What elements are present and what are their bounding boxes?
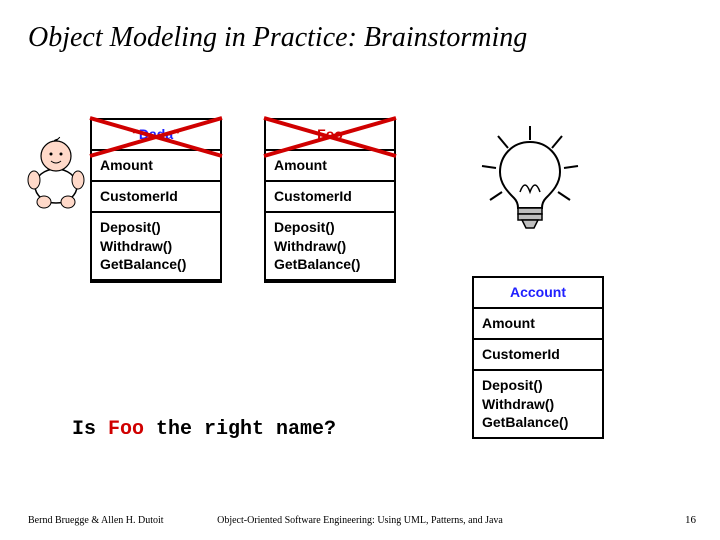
question-post: the right name? [144, 418, 336, 441]
classbox-foo-attr2: CustomerId [266, 182, 394, 213]
quote-open: “ [132, 126, 139, 142]
quote-close: ” [173, 126, 180, 142]
classbox-account-name: Account [474, 278, 602, 309]
classbox-dada: “Dada” Amount CustomerId Deposit() Withd… [90, 118, 222, 283]
classbox-foo-name: Foo [266, 120, 394, 151]
classbox-foo-attr1: Amount [266, 151, 394, 182]
classbox-dada-name: “Dada” [92, 120, 220, 151]
classbox-foo: Foo Amount CustomerId Deposit() Withdraw… [264, 118, 396, 283]
classbox-foo-ops: Deposit() Withdraw() GetBalance() [266, 213, 394, 282]
footer-book-title: Object-Oriented Software Engineering: Us… [0, 515, 720, 526]
footer-page-number: 16 [685, 514, 696, 526]
question-foo: Foo [108, 418, 144, 441]
classbox-dada-attr2: CustomerId [92, 182, 220, 213]
lightbulb-icon [470, 122, 590, 232]
question-pre: Is [72, 418, 108, 441]
classbox-dada-ops: Deposit() Withdraw() GetBalance() [92, 213, 220, 282]
question-text: Is Foo the right name? [72, 418, 336, 441]
classbox-account: Account Amount CustomerId Deposit() With… [472, 276, 604, 439]
name-dada-text: Dada [139, 126, 173, 142]
classbox-account-attr2: CustomerId [474, 340, 602, 371]
slide-title: Object Modeling in Practice: Brainstormi… [28, 22, 527, 54]
classbox-account-ops: Deposit() Withdraw() GetBalance() [474, 371, 602, 438]
slide: Object Modeling in Practice: Brainstormi… [0, 0, 720, 540]
classbox-account-attr1: Amount [474, 309, 602, 340]
baby-icon [22, 134, 92, 212]
classbox-dada-attr1: Amount [92, 151, 220, 182]
